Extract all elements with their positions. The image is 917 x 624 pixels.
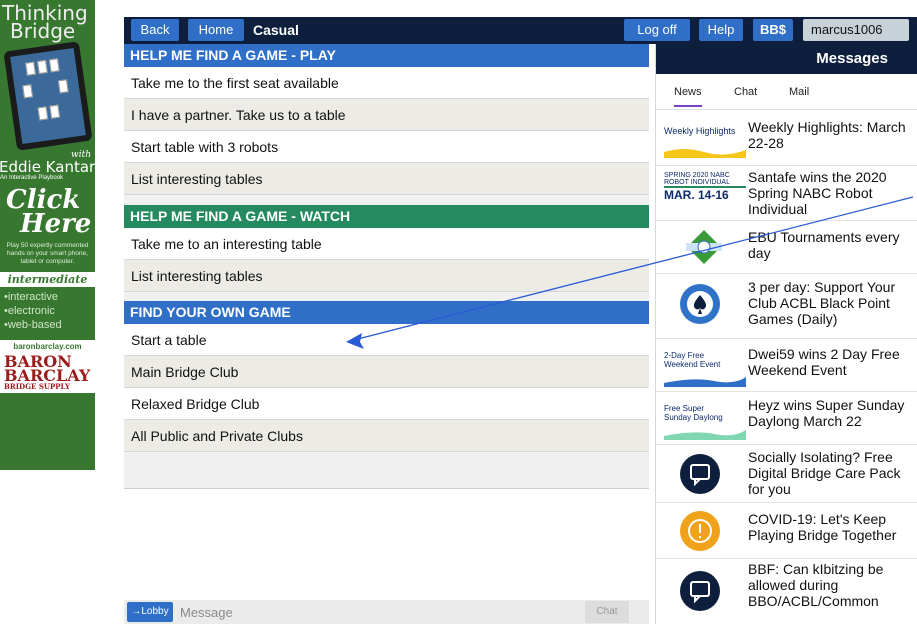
tab-chat[interactable]: Chat — [734, 86, 757, 98]
acbl-logo-icon — [680, 284, 720, 324]
thumb-line2: Sunday Daylong — [664, 413, 723, 422]
home-button[interactable]: Home — [188, 19, 244, 41]
thumb-line3: MAR. 14-16 — [664, 188, 729, 202]
logoff-button[interactable]: Log off — [624, 19, 690, 41]
menu-item-all-clubs[interactable]: All Public and Private Clubs — [124, 420, 649, 452]
news-title: Weekly Highlights: March 22-28 — [748, 119, 906, 151]
news-title: Socially Isolating? Free Digital Bridge … — [748, 449, 901, 497]
chat-send-button[interactable]: Chat — [585, 601, 629, 623]
news-item[interactable]: 2-Day Free Weekend Event Dwei59 wins 2 D… — [656, 339, 917, 392]
chat-bubble-icon — [680, 571, 720, 611]
menu-item-interesting-table[interactable]: Take me to an interesting table — [124, 228, 649, 260]
menu-item-main-club[interactable]: Main Bridge Club — [124, 356, 649, 388]
weekly-highlights-thumbnail: Weekly Highlights — [664, 118, 746, 158]
menu-item-first-seat[interactable]: Take me to the first seat available — [124, 67, 649, 99]
messages-panel: Messages News Chat Mail Weekly Highlight… — [655, 44, 917, 624]
ad-feature: •interactive — [4, 291, 58, 303]
wave-graphic — [664, 430, 746, 440]
news-title: Heyz wins Super Sunday Daylong March 22 — [748, 397, 905, 429]
tab-news[interactable]: News — [674, 86, 702, 107]
top-bar: Back Home Casual Log off Help BB$ marcus… — [124, 17, 917, 44]
thumb-line2: ROBOT INDIVIDUAL — [664, 179, 746, 188]
news-item[interactable]: Socially Isolating? Free Digital Bridge … — [656, 445, 917, 503]
thumb-line1: SPRING 2020 NABC — [664, 172, 730, 179]
menu-item-start-table[interactable]: Start a table — [124, 324, 649, 356]
news-title: 3 per day: Support Your Club ACBL Black … — [748, 279, 896, 327]
chat-input-bar: →Lobby Message Chat — [124, 600, 649, 624]
section-header-play: HELP ME FIND A GAME - PLAY — [124, 44, 649, 67]
news-item[interactable]: Free Super Sunday Daylong Heyz wins Supe… — [656, 392, 917, 445]
nabc-thumbnail: SPRING 2020 NABC ROBOT INDIVIDUAL MAR. 1… — [664, 172, 746, 212]
thumb-line1: Free Super — [664, 404, 705, 413]
ad-feature: •web-based — [4, 319, 62, 331]
news-item[interactable]: SPRING 2020 NABC ROBOT INDIVIDUAL MAR. 1… — [656, 166, 917, 221]
section-header-own-game: FIND YOUR OWN GAME — [124, 301, 649, 324]
ad-tablet-image — [3, 41, 93, 151]
menu-item-relaxed-club[interactable]: Relaxed Bridge Club — [124, 388, 649, 420]
ad-feature: •electronic — [4, 305, 55, 317]
thumb-line2: Weekend Event — [664, 360, 721, 369]
section-header-watch: HELP ME FIND A GAME - WATCH — [124, 205, 649, 228]
wave-graphic — [664, 377, 746, 387]
lobby-chat-button[interactable]: →Lobby — [127, 602, 173, 622]
messages-title: Messages — [656, 44, 917, 74]
news-item[interactable]: EBU Tournaments every day — [656, 221, 917, 274]
news-title: COVID-19: Let's Keep Playing Bridge Toge… — [748, 511, 897, 543]
news-title: BBF: Can kIbitzing be allowed during BBO… — [748, 561, 884, 609]
advertisement-banner[interactable]: Thinking Bridge with Eddie Kantar An Int… — [0, 0, 95, 470]
thumb-text: Weekly Highlights — [664, 126, 736, 136]
news-title: Dwei59 wins 2 Day Free Weekend Event — [748, 346, 900, 378]
back-button[interactable]: Back — [131, 19, 179, 41]
news-item[interactable]: BBF: Can kIbitzing be allowed during BBO… — [656, 559, 917, 624]
menu-item-list-tables-play[interactable]: List interesting tables — [124, 163, 649, 195]
ad-level: intermediate — [0, 272, 95, 287]
ebu-logo-icon — [684, 227, 724, 267]
app-root: Thinking Bridge with Eddie Kantar An Int… — [0, 0, 917, 624]
ad-logo-line2: BARCLAY — [4, 366, 91, 385]
news-item[interactable]: Weekly Highlights Weekly Highlights: Mar… — [656, 110, 917, 166]
ad-click-line2[interactable]: Here — [0, 211, 95, 237]
ad-description: Play 50 expertly commented hands on your… — [6, 242, 89, 265]
news-title: EBU Tournaments every day — [748, 229, 900, 261]
location-title: Casual — [253, 22, 299, 38]
ad-author: Eddie Kantar — [0, 158, 95, 176]
messages-tabs: News Chat Mail — [656, 74, 917, 110]
message-input[interactable]: Message — [180, 605, 233, 620]
help-button[interactable]: Help — [699, 19, 743, 41]
lobby-panel: HELP ME FIND A GAME - PLAY Take me to th… — [124, 44, 649, 624]
super-sunday-thumbnail: Free Super Sunday Daylong — [664, 400, 746, 440]
tab-mail[interactable]: Mail — [789, 86, 809, 98]
menu-item-list-tables-watch[interactable]: List interesting tables — [124, 260, 649, 292]
news-item[interactable]: COVID-19: Let's Keep Playing Bridge Toge… — [656, 503, 917, 559]
weekend-event-thumbnail: 2-Day Free Weekend Event — [664, 347, 746, 387]
menu-item-robots-table[interactable]: Start table with 3 robots — [124, 131, 649, 163]
ad-logo: BARON BARCLAY BRIDGE SUPPLY — [0, 353, 95, 393]
wave-graphic — [664, 149, 746, 158]
bbdollars-button[interactable]: BB$ — [753, 19, 793, 41]
username-badge[interactable]: marcus1006 — [803, 19, 909, 41]
thumb-line1: 2-Day Free — [664, 351, 705, 360]
news-item[interactable]: 3 per day: Support Your Club ACBL Black … — [656, 274, 917, 339]
chat-bubble-icon — [680, 454, 720, 494]
alert-icon — [680, 511, 720, 551]
menu-item-partner-table[interactable]: I have a partner. Take us to a table — [124, 99, 649, 131]
news-title: Santafe wins the 2020 Spring NABC Robot … — [748, 169, 887, 217]
